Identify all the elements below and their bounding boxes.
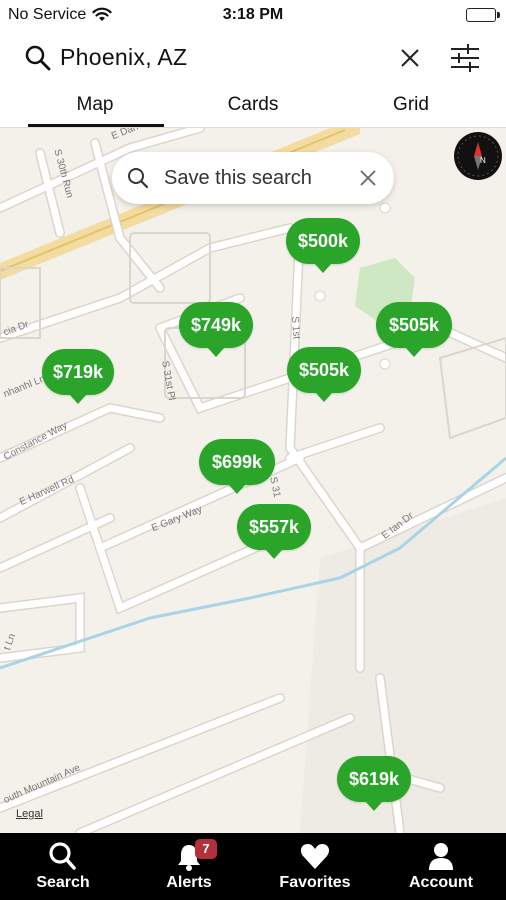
nav-favorites[interactable]: Favorites xyxy=(252,833,378,900)
svg-text:N: N xyxy=(480,156,486,165)
tab-grid[interactable]: Grid xyxy=(341,94,481,116)
active-tab-indicator xyxy=(28,124,164,127)
close-icon[interactable] xyxy=(398,46,422,70)
nav-search-label: Search xyxy=(36,874,90,891)
battery-icon xyxy=(466,8,500,22)
compass-icon[interactable]: N xyxy=(454,132,502,180)
filter-sliders-icon[interactable] xyxy=(448,42,482,74)
price-pin[interactable]: $505k xyxy=(376,302,452,357)
price-pin[interactable]: $619k xyxy=(337,756,411,811)
legal-link[interactable]: Legal xyxy=(16,808,43,820)
close-icon[interactable] xyxy=(358,168,378,188)
price-pin[interactable]: $500k xyxy=(286,218,360,273)
nav-account-label: Account xyxy=(409,874,473,891)
price-pin[interactable]: $505k xyxy=(287,347,361,402)
tab-map[interactable]: Map xyxy=(25,94,165,116)
nav-alerts[interactable]: 7 Alerts xyxy=(126,833,252,900)
bottom-nav: Search 7 Alerts Favorites Account xyxy=(0,833,506,900)
person-icon xyxy=(429,843,453,870)
price-pin[interactable]: $557k xyxy=(237,504,311,559)
heart-icon xyxy=(300,844,330,869)
status-bar: No Service 3:18 PM xyxy=(0,0,506,30)
alerts-badge: 7 xyxy=(195,839,217,859)
map-view[interactable]: E Darrow St S 30th Run cia Dr nhanhl Ln … xyxy=(0,128,506,833)
search-icon xyxy=(25,45,51,71)
price-pin[interactable]: $699k xyxy=(199,439,275,494)
price-pin[interactable]: $749k xyxy=(179,302,253,357)
nav-favorites-label: Favorites xyxy=(279,874,351,891)
search-input[interactable]: Phoenix, AZ xyxy=(60,44,187,71)
search-icon xyxy=(49,842,76,870)
compass-needle-icon: N xyxy=(457,135,499,177)
tab-cards[interactable]: Cards xyxy=(183,94,323,116)
nav-search[interactable]: Search xyxy=(0,833,126,900)
clock: 3:18 PM xyxy=(222,6,284,23)
street-label: S 1st xyxy=(289,316,302,340)
nav-account[interactable]: Account xyxy=(378,833,504,900)
nav-alerts-label: Alerts xyxy=(166,874,212,891)
price-pin[interactable]: $719k xyxy=(42,349,114,404)
search-icon xyxy=(128,168,149,189)
view-tabs: Map Cards Grid xyxy=(0,88,506,128)
search-bar[interactable]: Phoenix, AZ xyxy=(0,30,506,88)
save-search-label: Save this search xyxy=(164,167,312,189)
save-search-button[interactable]: Save this search xyxy=(112,152,394,204)
